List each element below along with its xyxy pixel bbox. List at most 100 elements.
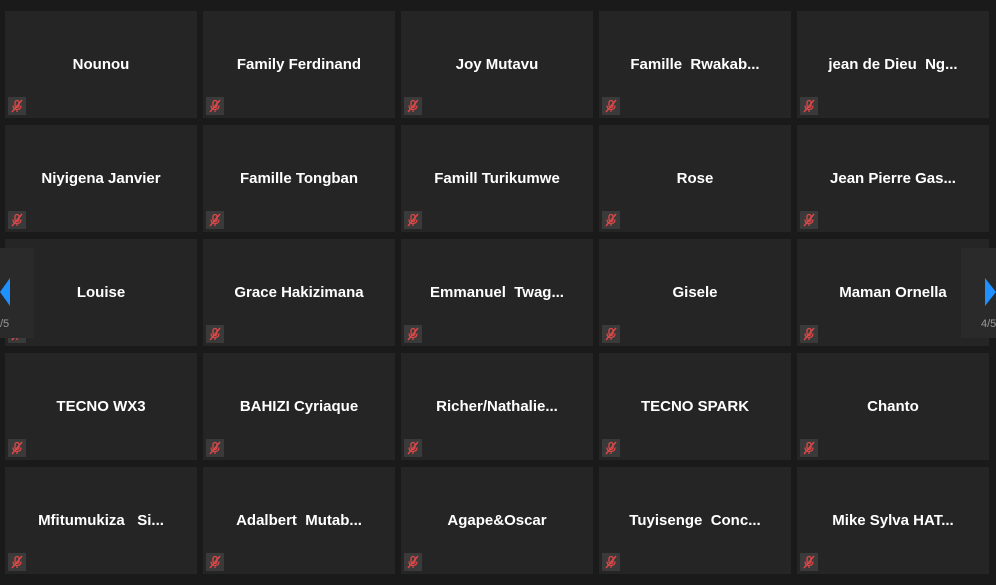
participant-name: Niyigena Janvier [13, 125, 189, 232]
participant-name-label: Maman Ornella [839, 284, 947, 301]
participant-name: Tuyisenge Conc... [607, 467, 783, 574]
participant-name: TECNO WX3 [13, 353, 189, 460]
participant-tile[interactable]: Nounou [5, 11, 197, 118]
participant-tile[interactable]: Joy Mutavu [401, 11, 593, 118]
participant-tile[interactable]: Adalbert Mutab... [203, 467, 395, 574]
participant-tile[interactable]: Rose [599, 125, 791, 232]
participant-name-label: TECNO WX3 [56, 398, 146, 415]
microphone-muted-icon [602, 325, 620, 343]
participant-tile[interactable]: Richer/Nathalie... [401, 353, 593, 460]
microphone-muted-icon [404, 439, 422, 457]
participant-name-label: Adalbert Mutab... [236, 512, 362, 529]
microphone-muted-icon [800, 553, 818, 571]
microphone-muted-icon [602, 97, 620, 115]
participant-tile[interactable]: Gisele [599, 239, 791, 346]
participant-name-label: jean de Dieu Ng... [828, 56, 958, 73]
participant-name-label: Mfitumukiza Si... [38, 512, 164, 529]
participant-name: Maman Ornella [805, 239, 981, 346]
participant-name-label: Famill Turikumwe [434, 170, 560, 187]
participant-name: TECNO SPARK [607, 353, 783, 460]
participant-name-label: Joy Mutavu [455, 56, 539, 73]
participant-name: Famille Rwakab... [607, 11, 783, 118]
participant-name: Family Ferdinand [211, 11, 387, 118]
participant-tile[interactable]: Famill Turikumwe [401, 125, 593, 232]
microphone-muted-icon [800, 439, 818, 457]
participant-tile[interactable]: jean de Dieu Ng... [797, 11, 989, 118]
microphone-muted-icon [404, 97, 422, 115]
microphone-muted-icon [602, 553, 620, 571]
microphone-muted-icon [404, 211, 422, 229]
participant-name-label: Famille Tongban [239, 170, 359, 187]
participant-tile[interactable]: Chanto [797, 353, 989, 460]
participant-name: Famill Turikumwe [409, 125, 585, 232]
participant-name-label: Jean Pierre Gas... [830, 170, 956, 187]
participant-tile[interactable]: Mike Sylva HAT... [797, 467, 989, 574]
participant-tile[interactable]: Grace Hakizimana [203, 239, 395, 346]
participant-name: Louise [13, 239, 189, 346]
participant-tile[interactable]: Jean Pierre Gas... [797, 125, 989, 232]
participant-name: Mfitumukiza Si... [13, 467, 189, 574]
microphone-muted-icon [404, 553, 422, 571]
participant-name-label: Emmanuel Twag... [430, 284, 564, 301]
microphone-muted-icon [602, 211, 620, 229]
participant-name: Agape&Oscar [409, 467, 585, 574]
participant-tile[interactable]: Agape&Oscar [401, 467, 593, 574]
participant-name-label: Agape&Oscar [447, 512, 547, 529]
page-indicator-right: 4/5 [981, 318, 996, 330]
participant-name: Rose [607, 125, 783, 232]
participant-name: Mike Sylva HAT... [805, 467, 981, 574]
participant-tile[interactable]: Mfitumukiza Si... [5, 467, 197, 574]
participant-name: Emmanuel Twag... [409, 239, 585, 346]
participant-tile[interactable]: Emmanuel Twag... [401, 239, 593, 346]
microphone-muted-icon [800, 211, 818, 229]
microphone-muted-icon [206, 439, 224, 457]
participant-name: Famille Tongban [211, 125, 387, 232]
participant-name-label: Rose [676, 170, 714, 187]
microphone-muted-icon [206, 325, 224, 343]
participant-name-label: Mike Sylva HAT... [832, 512, 954, 529]
participant-name-label: Grace Hakizimana [234, 284, 364, 301]
microphone-muted-icon [206, 97, 224, 115]
participant-name: Richer/Nathalie... [409, 353, 585, 460]
participant-tile[interactable]: BAHIZI Cyriaque [203, 353, 395, 460]
microphone-muted-icon [800, 97, 818, 115]
participant-name: Chanto [805, 353, 981, 460]
participant-tile[interactable]: Famille Tongban [203, 125, 395, 232]
participant-tile[interactable]: TECNO SPARK [599, 353, 791, 460]
participant-name: jean de Dieu Ng... [805, 11, 981, 118]
participant-name-label: Family Ferdinand [236, 56, 362, 73]
participant-name-label: Louise [76, 284, 126, 301]
participant-name-label: Famille Rwakab... [630, 56, 760, 73]
participant-name: Gisele [607, 239, 783, 346]
participant-name-label: BAHIZI Cyriaque [239, 398, 359, 415]
participant-grid: Nounou Family Ferdinand Joy Mutavu Famille … [0, 0, 996, 585]
participant-tile[interactable]: Famille Rwakab... [599, 11, 791, 118]
participant-name: BAHIZI Cyriaque [211, 353, 387, 460]
microphone-muted-icon [8, 97, 26, 115]
participant-name-label: Chanto [867, 398, 919, 415]
microphone-muted-icon [206, 211, 224, 229]
participant-name-label: Tuyisenge Conc... [629, 512, 761, 529]
participant-name: Grace Hakizimana [211, 239, 387, 346]
participant-name: Jean Pierre Gas... [805, 125, 981, 232]
microphone-muted-icon [8, 439, 26, 457]
participant-name-label: Niyigena Janvier [41, 170, 161, 187]
participant-name: Joy Mutavu [409, 11, 585, 118]
participant-name-label: Gisele [672, 284, 718, 301]
participant-tile[interactable]: TECNO WX3 [5, 353, 197, 460]
participant-name-label: Nounou [72, 56, 130, 73]
microphone-muted-icon [602, 439, 620, 457]
participant-tile[interactable]: Niyigena Janvier [5, 125, 197, 232]
participant-tile[interactable]: Family Ferdinand [203, 11, 395, 118]
participant-name: Adalbert Mutab... [211, 467, 387, 574]
participant-name-label: Richer/Nathalie... [436, 398, 558, 415]
microphone-muted-icon [800, 325, 818, 343]
microphone-muted-icon [206, 553, 224, 571]
page-indicator-left: /5 [0, 318, 10, 330]
microphone-muted-icon [8, 211, 26, 229]
participant-tile[interactable]: Tuyisenge Conc... [599, 467, 791, 574]
microphone-muted-icon [8, 553, 26, 571]
participant-name-label: TECNO SPARK [640, 398, 750, 415]
microphone-muted-icon [404, 325, 422, 343]
participant-name: Nounou [13, 11, 189, 118]
